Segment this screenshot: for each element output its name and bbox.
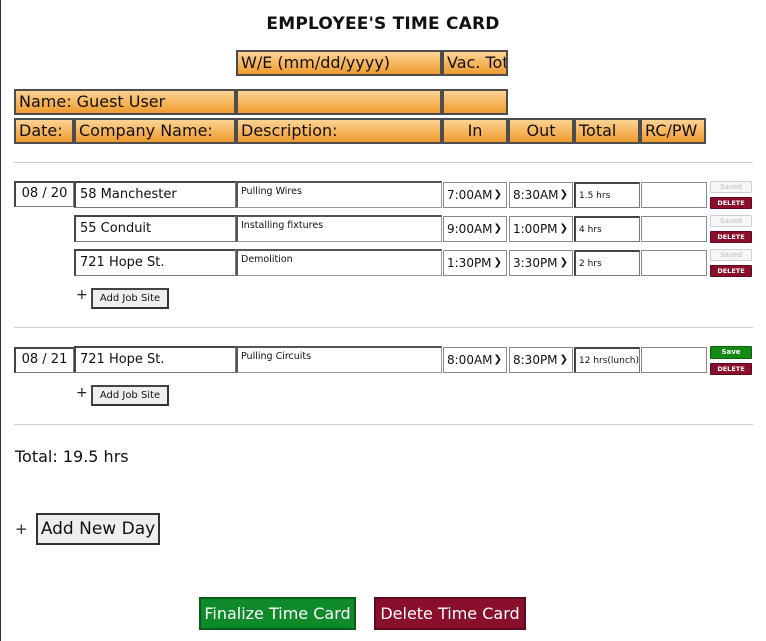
time-in-value: 9:00AM xyxy=(447,222,493,236)
chevron-down-icon: ❯ xyxy=(559,354,568,365)
saved-button[interactable]: Saved xyxy=(710,181,752,193)
col-header-rcpw: RC/PW xyxy=(640,118,706,144)
saved-button[interactable]: Saved xyxy=(710,215,752,227)
chevron-down-icon: ❯ xyxy=(493,189,502,200)
company-name-field[interactable]: 55 Conduit xyxy=(74,215,236,242)
day-date-field[interactable]: 08 / 21 xyxy=(14,347,74,373)
page-title: EMPLOYEE'S TIME CARD xyxy=(266,14,500,34)
time-out-select[interactable]: 3:30PM ❯ xyxy=(509,250,573,276)
divider xyxy=(14,162,753,163)
employee-name: Name: Guest User xyxy=(14,89,236,115)
vacation-total-field[interactable]: Vac. Tot xyxy=(442,50,508,76)
save-button[interactable]: Save xyxy=(710,346,752,359)
time-in-value: 8:00AM xyxy=(447,353,493,367)
time-out-value: 3:30PM xyxy=(513,256,558,270)
time-out-select[interactable]: 1:00PM ❯ xyxy=(509,216,573,242)
rcpw-field[interactable] xyxy=(641,250,707,276)
time-in-value: 7:00AM xyxy=(447,188,493,202)
finalize-time-card-button[interactable]: Finalize Time Card xyxy=(199,597,356,630)
time-in-select[interactable]: 9:00AM ❯ xyxy=(443,216,507,242)
total-hours-field[interactable]: 12 hrs(lunch) xyxy=(574,347,640,373)
description-field[interactable]: Installing fixtures xyxy=(236,215,442,242)
add-job-site-button[interactable]: Add Job Site xyxy=(91,288,169,309)
day-date-field[interactable]: 08 / 20 xyxy=(14,181,74,207)
time-in-select[interactable]: 8:00AM ❯ xyxy=(443,347,507,373)
delete-entry-button[interactable]: DELETE xyxy=(710,231,752,243)
col-header-company: Company Name: xyxy=(74,118,236,144)
plus-icon: + xyxy=(15,520,28,538)
time-in-select[interactable]: 7:00AM ❯ xyxy=(443,182,507,208)
chevron-down-icon: ❯ xyxy=(559,189,568,200)
time-in-value: 1:30PM xyxy=(447,256,492,270)
rcpw-field[interactable] xyxy=(641,216,707,242)
delete-time-card-button[interactable]: Delete Time Card xyxy=(374,597,526,630)
total-hours-field[interactable]: 1.5 hrs xyxy=(574,182,640,208)
rcpw-field[interactable] xyxy=(641,347,707,373)
name-row-field-3 xyxy=(442,89,508,115)
delete-entry-button[interactable]: DELETE xyxy=(710,197,752,209)
company-name-field[interactable]: 58 Manchester xyxy=(74,181,236,208)
chevron-down-icon: ❯ xyxy=(493,354,502,365)
col-header-date: Date: xyxy=(14,118,74,144)
add-job-site-button[interactable]: Add Job Site xyxy=(91,385,169,406)
chevron-down-icon: ❯ xyxy=(559,223,568,234)
col-header-out: Out xyxy=(508,118,574,144)
name-row-field-2 xyxy=(236,89,442,115)
rcpw-field[interactable] xyxy=(641,182,707,208)
delete-entry-button[interactable]: DELETE xyxy=(710,265,752,277)
description-field[interactable]: Pulling Circuits xyxy=(236,346,442,373)
time-in-select[interactable]: 1:30PM ❯ xyxy=(443,250,507,276)
saved-button[interactable]: Saved xyxy=(710,249,752,261)
description-field[interactable]: Pulling Wires xyxy=(236,181,442,208)
divider xyxy=(14,424,753,425)
plus-icon: + xyxy=(76,385,88,401)
time-out-value: 8:30AM xyxy=(513,188,559,202)
chevron-down-icon: ❯ xyxy=(493,223,502,234)
total-hours-field[interactable]: 4 hrs xyxy=(574,216,640,242)
col-header-description: Description: xyxy=(236,118,442,144)
divider xyxy=(14,327,753,328)
time-out-value: 8:30PM xyxy=(513,353,558,367)
col-header-in: In xyxy=(442,118,508,144)
delete-entry-button[interactable]: DELETE xyxy=(710,363,752,375)
add-new-day-button[interactable]: Add New Day xyxy=(36,513,160,545)
company-name-field[interactable]: 721 Hope St. xyxy=(74,249,236,276)
description-field[interactable]: Demolition xyxy=(236,249,442,276)
week-ending-field[interactable]: W/E (mm/dd/yyyy) xyxy=(236,50,442,76)
total-hours-field[interactable]: 2 hrs xyxy=(574,250,640,276)
company-name-field[interactable]: 721 Hope St. xyxy=(74,346,236,373)
time-out-select[interactable]: 8:30AM ❯ xyxy=(509,182,573,208)
col-header-total: Total xyxy=(574,118,640,144)
chevron-down-icon: ❯ xyxy=(493,257,502,268)
time-out-value: 1:00PM xyxy=(513,222,558,236)
chevron-down-icon: ❯ xyxy=(559,257,568,268)
time-out-select[interactable]: 8:30PM ❯ xyxy=(509,347,573,373)
grand-total: Total: 19.5 hrs xyxy=(15,447,129,466)
plus-icon: + xyxy=(76,287,88,303)
